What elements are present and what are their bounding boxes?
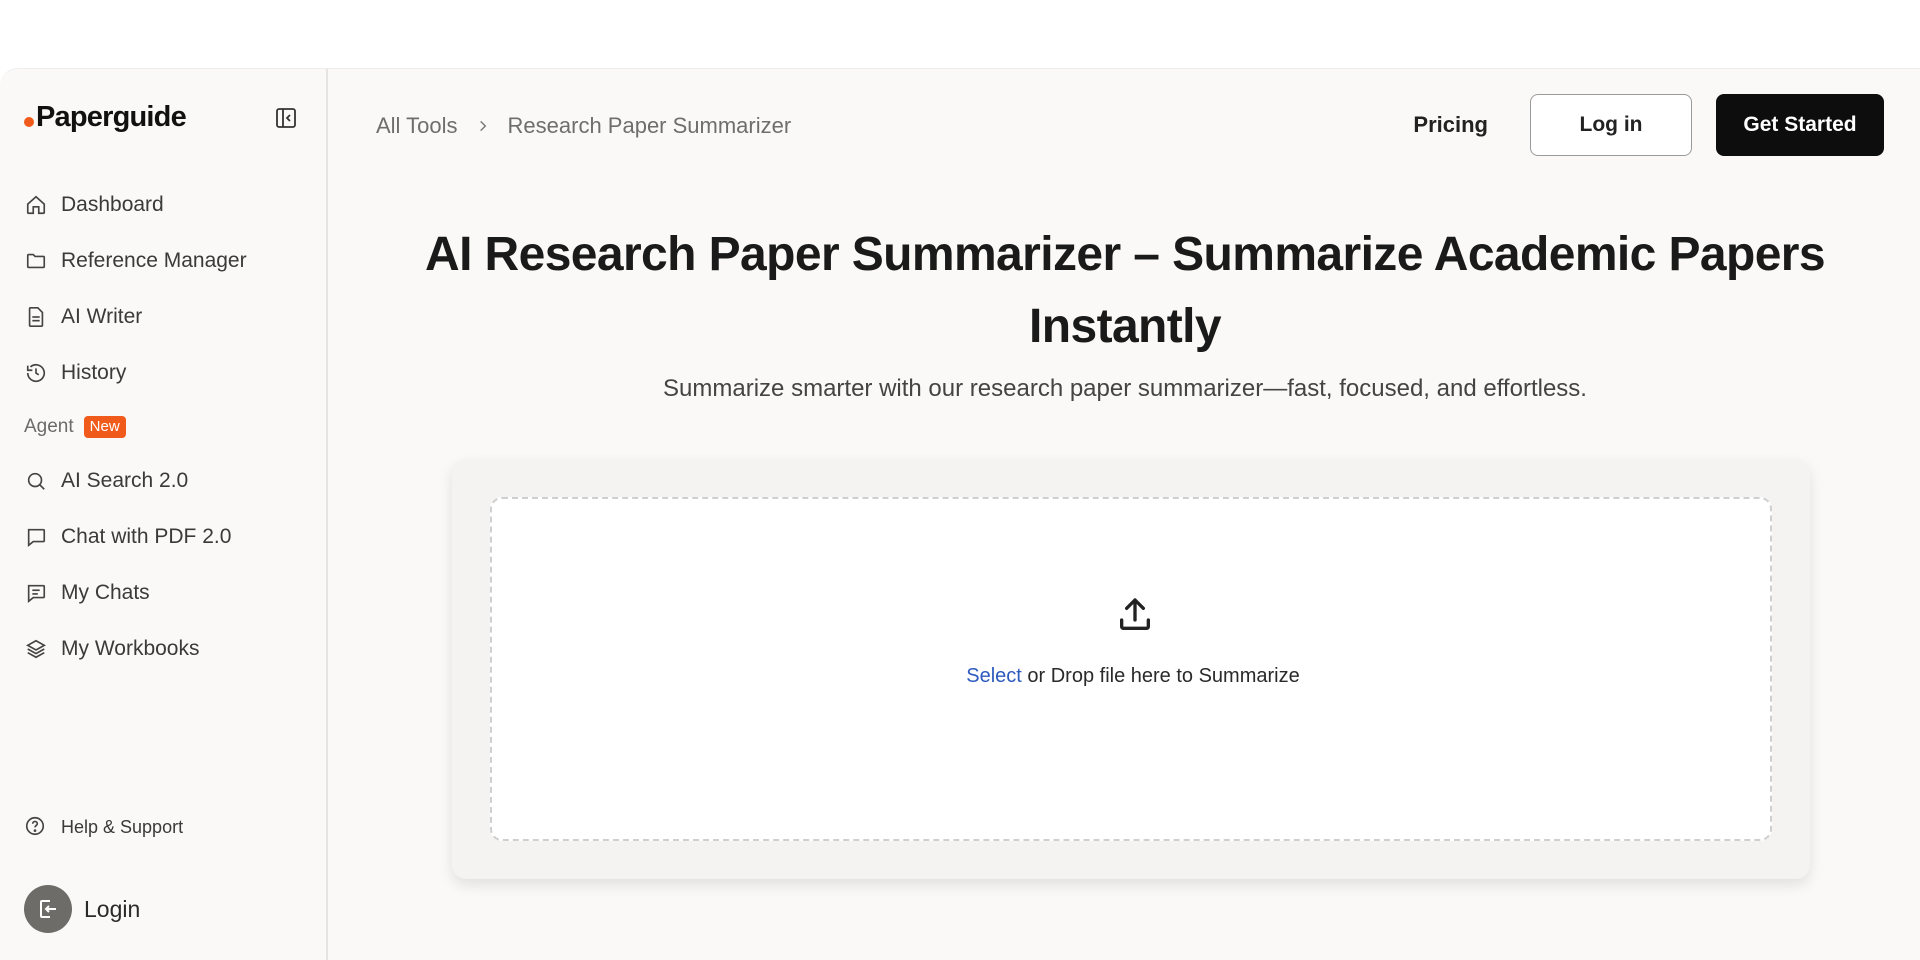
pricing-link[interactable]: Pricing	[1413, 112, 1488, 138]
chat-icon	[24, 525, 48, 549]
logo-dot-icon	[24, 116, 34, 127]
breadcrumb: All Tools Research Paper Summarizer	[376, 113, 791, 139]
chevron-right-icon	[476, 119, 490, 133]
page-title-line2: Instantly	[1029, 300, 1222, 353]
main-content: All Tools Research Paper Summarizer Pric…	[330, 69, 1920, 960]
page-subtitle: Summarize smarter with our research pape…	[663, 375, 1587, 402]
home-icon	[24, 193, 48, 217]
agent-label: Agent	[24, 416, 74, 437]
login-button[interactable]: Log in	[1530, 94, 1692, 156]
sidebar: Paperguide Dashboard Reference Manager A…	[0, 69, 328, 960]
dropzone-text: Select or Drop file here to Summarize	[492, 665, 1774, 688]
sidebar-item-label: Dashboard	[61, 193, 164, 216]
get-started-button[interactable]: Get Started	[1716, 94, 1884, 156]
sidebar-item-history[interactable]: History	[24, 345, 314, 401]
sidebar-item-label: Chat with PDF 2.0	[61, 525, 232, 548]
page-title: AI Research Paper Summarizer – Summarize…	[330, 219, 1920, 363]
help-label: Help & Support	[61, 816, 184, 837]
sidebar-item-label: My Workbooks	[61, 637, 200, 660]
help-support-link[interactable]: Help & Support	[24, 815, 183, 839]
sidebar-item-label: Reference Manager	[61, 249, 247, 272]
history-icon	[24, 361, 48, 385]
folder-icon	[24, 249, 48, 273]
logo[interactable]: Paperguide	[24, 101, 187, 134]
file-dropzone[interactable]: Select or Drop file here to Summarize	[490, 497, 1772, 841]
sidebar-login-button[interactable]: Login	[24, 885, 140, 933]
login-label: Login	[84, 895, 141, 922]
sidebar-item-label: History	[61, 361, 127, 384]
app-frame: Paperguide Dashboard Reference Manager A…	[0, 68, 1920, 960]
search-icon	[24, 469, 48, 493]
drop-instruction: or Drop file here to Summarize	[1021, 665, 1300, 687]
sidebar-item-label: AI Search 2.0	[61, 469, 189, 492]
sidebar-item-ai-search[interactable]: AI Search 2.0	[24, 453, 314, 509]
upload-card: Select or Drop file here to Summarize	[452, 459, 1810, 879]
document-icon	[24, 305, 48, 329]
sidebar-item-my-chats[interactable]: My Chats	[24, 565, 314, 621]
sidebar-item-my-workbooks[interactable]: My Workbooks	[24, 621, 314, 677]
sidebar-nav: Dashboard Reference Manager AI Writer Hi…	[24, 177, 314, 677]
sidebar-item-label: AI Writer	[61, 305, 143, 328]
agent-section-label: Agent New	[24, 401, 314, 453]
sidebar-item-dashboard[interactable]: Dashboard	[24, 177, 314, 233]
breadcrumb-current: Research Paper Summarizer	[507, 113, 792, 138]
new-badge: New	[83, 416, 126, 438]
collapse-sidebar-icon[interactable]	[274, 106, 298, 130]
sidebar-item-reference-manager[interactable]: Reference Manager	[24, 233, 314, 289]
upload-icon	[1115, 595, 1155, 635]
sidebar-item-ai-writer[interactable]: AI Writer	[24, 289, 314, 345]
chat-lines-icon	[24, 581, 48, 605]
select-file-link[interactable]: Select	[966, 665, 1022, 687]
login-icon	[24, 885, 72, 933]
breadcrumb-all-tools[interactable]: All Tools	[376, 113, 458, 139]
top-nav: Pricing Log in Get Started	[1413, 94, 1884, 156]
layers-icon	[24, 637, 48, 661]
page-title-line1: AI Research Paper Summarizer – Summarize…	[425, 228, 1826, 281]
brand-name: Paperguide	[36, 101, 187, 133]
sidebar-item-chat-with-pdf[interactable]: Chat with PDF 2.0	[24, 509, 314, 565]
question-circle-icon	[24, 815, 48, 839]
sidebar-item-label: My Chats	[61, 581, 150, 604]
